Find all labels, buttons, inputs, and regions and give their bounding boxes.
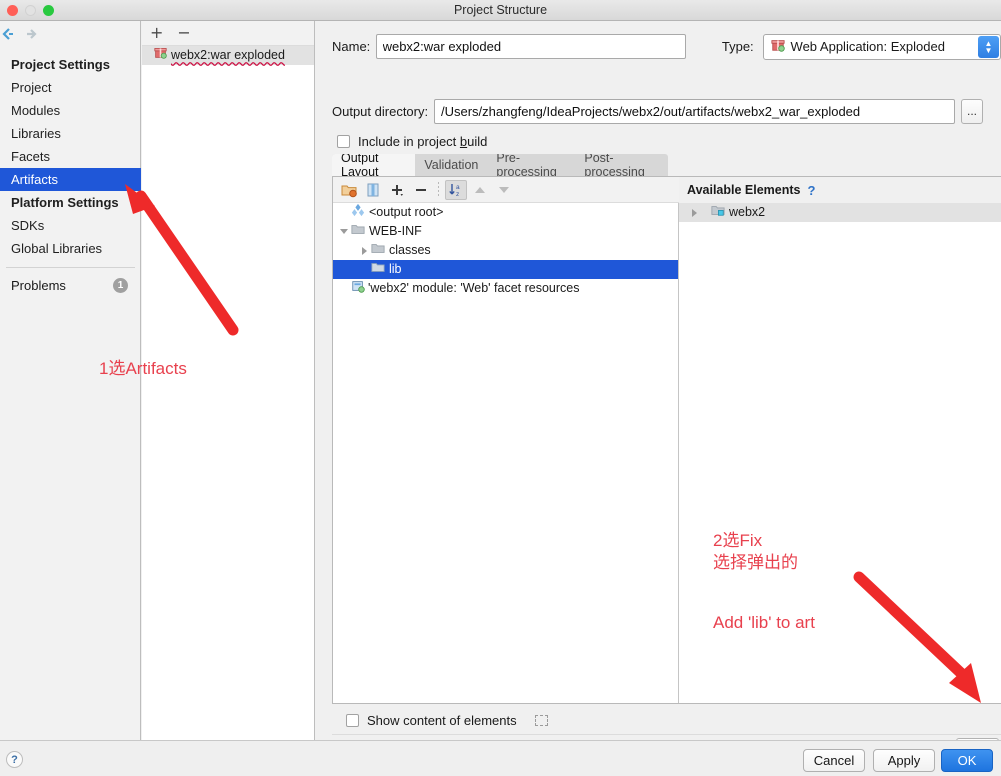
- include-label-pre: Include in project: [358, 133, 460, 149]
- create-archive-icon[interactable]: [362, 180, 384, 200]
- folder-icon: [351, 222, 365, 242]
- include-in-build-checkbox[interactable]: [337, 134, 350, 148]
- list-item[interactable]: webx2:war exploded: [142, 46, 314, 65]
- output-directory-input[interactable]: [434, 98, 955, 124]
- sidebar-item-facets[interactable]: Facets: [0, 145, 141, 168]
- name-input[interactable]: [375, 34, 686, 59]
- forward-icon[interactable]: [24, 26, 40, 42]
- move-down-icon[interactable]: [493, 180, 515, 200]
- output-directory-label: Output directory:: [332, 103, 429, 119]
- artifact-icon: [154, 46, 167, 65]
- show-content-checkbox[interactable]: [346, 713, 359, 727]
- show-content-row[interactable]: Show content of elements: [332, 709, 1001, 731]
- output-layout-area: a z <output root> WEB-INF classes lib 'w…: [332, 176, 1001, 704]
- list-item-label: webx2: [729, 205, 766, 219]
- artifact-icon: [770, 38, 785, 55]
- facet-icon: [351, 279, 365, 299]
- svg-text:a: a: [456, 184, 460, 191]
- back-icon[interactable]: [0, 26, 16, 42]
- sidebar-group-project-settings: Project Settings: [11, 57, 110, 72]
- create-directory-icon[interactable]: [338, 180, 360, 200]
- module-icon: [711, 203, 725, 223]
- annotation-note-1: 1选Artifacts: [99, 359, 187, 378]
- dialog-footer: ? Cancel Apply OK: [0, 740, 1001, 776]
- output-layout-toolbar: a z: [333, 177, 679, 203]
- sidebar-item-project[interactable]: Project: [0, 76, 141, 99]
- include-in-build-label: Include in project build: [358, 134, 487, 149]
- resize-handle-icon[interactable]: [534, 714, 548, 726]
- sidebar-nav-bar: [0, 21, 141, 49]
- tree-row[interactable]: WEB-INF: [333, 222, 678, 241]
- type-dropdown-value: Web Application: Exploded: [790, 39, 945, 54]
- show-content-label: Show content of elements: [367, 712, 517, 728]
- chevron-updown-icon[interactable]: ▲ ▼: [978, 35, 999, 58]
- type-dropdown[interactable]: Web Application: Exploded ▲ ▼: [762, 33, 1001, 60]
- tree-twisty-down-icon[interactable]: [337, 229, 351, 234]
- type-label: Type:: [721, 39, 754, 54]
- artifact-list-toolbar: + −: [142, 21, 314, 46]
- sidebar-item-global-libraries[interactable]: Global Libraries: [0, 237, 141, 260]
- window-titlebar: Project Structure: [0, 0, 1001, 21]
- tab-pre-processing[interactable]: Pre-processing: [487, 154, 575, 176]
- available-elements-header: Available Elements ?: [679, 177, 1001, 203]
- sidebar-item-libraries[interactable]: Libraries: [0, 122, 141, 145]
- move-up-icon[interactable]: [469, 180, 491, 200]
- output-root-icon: [351, 203, 365, 223]
- list-item[interactable]: webx2: [679, 203, 1001, 222]
- include-in-build-row[interactable]: Include in project build: [316, 131, 1001, 151]
- sidebar-item-problems[interactable]: Problems 1: [0, 274, 141, 297]
- tree-row[interactable]: classes: [333, 241, 678, 260]
- browse-directory-button[interactable]: ...: [961, 98, 983, 124]
- tree-twisty-right-icon[interactable]: [357, 246, 371, 255]
- sidebar-group-platform-settings: Platform Settings: [11, 195, 119, 210]
- annotation-note-3: Add 'lib' to art: [713, 613, 815, 632]
- tree-row[interactable]: <output root>: [333, 203, 678, 222]
- remove-icon[interactable]: [410, 180, 432, 200]
- sidebar-item-sdks[interactable]: SDKs: [0, 214, 141, 237]
- cancel-button[interactable]: Cancel: [803, 749, 865, 772]
- window-title: Project Structure: [453, 3, 548, 17]
- output-layout-tree[interactable]: <output root> WEB-INF classes lib 'webx2…: [333, 203, 679, 703]
- tree-row-label: lib: [389, 262, 402, 276]
- list-item-label: webx2:war exploded: [171, 48, 285, 62]
- tree-twisty-right-icon[interactable]: [687, 208, 701, 217]
- artifact-list-panel: + − webx2:war exploded: [142, 21, 315, 740]
- add-artifact-button[interactable]: +: [150, 25, 163, 41]
- tree-row-label: <output root>: [369, 205, 444, 219]
- tab-output-layout[interactable]: Output Layout: [332, 154, 416, 176]
- available-elements-title: Available Elements: [687, 183, 801, 197]
- ok-button[interactable]: OK: [941, 749, 993, 772]
- tree-row-label: WEB-INF: [369, 224, 422, 238]
- annotation-note-2: 2选Fix 选择弹出的: [713, 531, 798, 572]
- sidebar-divider: [6, 267, 135, 268]
- help-icon[interactable]: ?: [6, 751, 23, 768]
- sidebar-item-modules[interactable]: Modules: [0, 99, 141, 122]
- toolbar-divider: [438, 181, 439, 198]
- tree-row-label: classes: [389, 243, 431, 257]
- sidebar-item-artifacts[interactable]: Artifacts: [0, 168, 141, 191]
- name-row: Name: Type: Web Application: Exploded ▲▼: [316, 33, 1001, 60]
- include-label-post: uild: [467, 133, 488, 149]
- tab-validation[interactable]: Validation: [415, 154, 487, 176]
- tree-row[interactable]: 'webx2' module: 'Web' facet resources: [333, 279, 678, 298]
- help-icon[interactable]: ?: [807, 183, 815, 198]
- problems-count-badge: 1: [113, 278, 128, 293]
- apply-button[interactable]: Apply: [873, 749, 935, 772]
- svg-text:z: z: [456, 191, 459, 198]
- add-icon[interactable]: [386, 180, 408, 200]
- output-directory-row: Output directory: ...: [316, 98, 1001, 124]
- sidebar-item-label: Problems: [11, 278, 66, 293]
- remove-artifact-button[interactable]: −: [177, 25, 190, 41]
- tree-row-label: 'webx2' module: 'Web' facet resources: [368, 281, 580, 295]
- detail-tabs: Output Layout Validation Pre-processing …: [332, 154, 668, 176]
- sort-alphabetically-icon[interactable]: a z: [445, 179, 467, 200]
- tree-row[interactable]: lib: [333, 260, 678, 279]
- folder-icon: [371, 260, 385, 280]
- artifact-detail-pane: Name: Type: Web Application: Exploded ▲▼…: [316, 21, 1001, 760]
- settings-sidebar: Project Settings Project Modules Librari…: [0, 21, 141, 740]
- folder-icon: [371, 241, 385, 261]
- name-label: Name:: [332, 39, 371, 54]
- tab-post-processing[interactable]: Post-processing: [575, 154, 668, 176]
